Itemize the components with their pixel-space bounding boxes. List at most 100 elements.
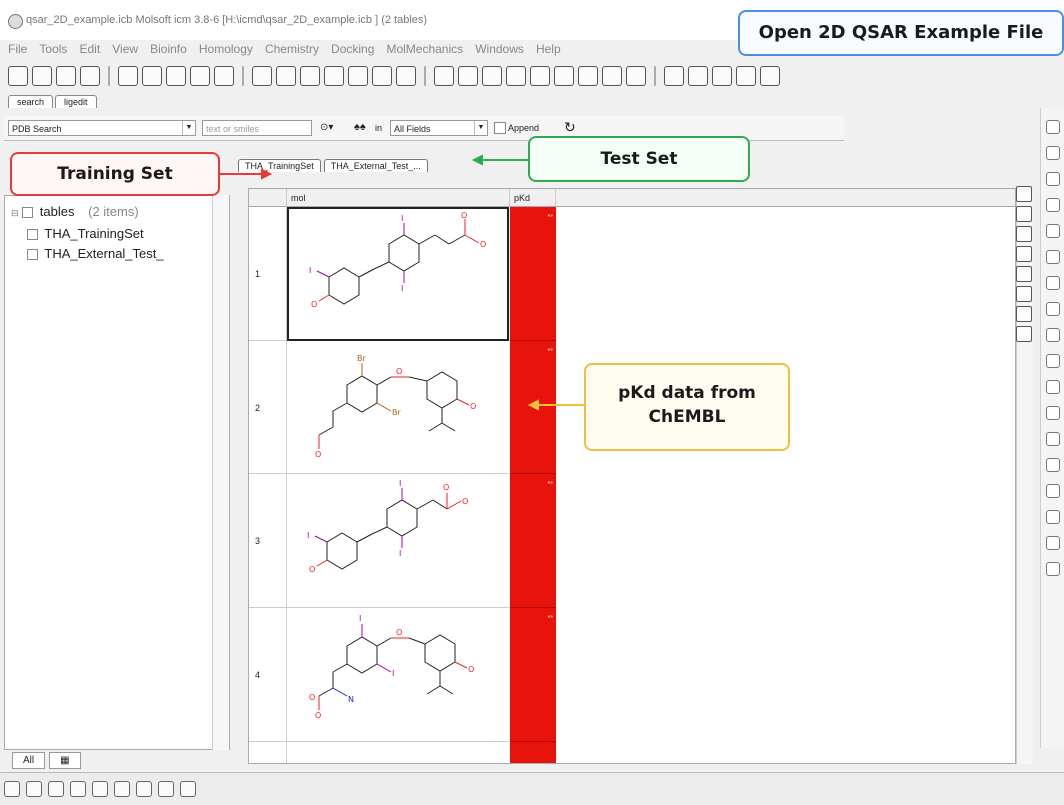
pdb-fetch-icon[interactable] <box>166 66 186 86</box>
menu-chemistry[interactable]: Chemistry <box>265 42 319 56</box>
camera-icon[interactable] <box>136 781 152 797</box>
close-circle-icon[interactable] <box>4 781 20 797</box>
circle-icon[interactable] <box>114 781 130 797</box>
menu-bioinfo[interactable]: Bioinfo <box>150 42 187 56</box>
table-icon[interactable] <box>92 781 108 797</box>
columns-3-icon[interactable] <box>712 66 732 86</box>
column-header-pkd[interactable]: pKd <box>510 189 556 207</box>
fog-icon[interactable] <box>434 66 454 86</box>
exponent-icon[interactable] <box>324 66 344 86</box>
sort-icon[interactable] <box>48 781 64 797</box>
search-source-select[interactable]: PDB Search ▼ <box>8 120 196 136</box>
molecule-cell[interactable]: Br O Br O O <box>287 341 509 474</box>
lock-2-icon[interactable] <box>1046 458 1060 472</box>
tree-icon[interactable] <box>1016 246 1032 262</box>
square-icon[interactable] <box>70 781 86 797</box>
gear-icon[interactable] <box>760 66 780 86</box>
s-box-icon[interactable] <box>458 66 478 86</box>
pkd-cell[interactable]: ▪▪ <box>510 474 556 608</box>
tab-search[interactable]: search <box>8 95 54 108</box>
row-number[interactable]: 2 <box>249 341 287 474</box>
menu-edit[interactable]: Edit <box>79 42 100 56</box>
italic-a-icon[interactable] <box>554 66 574 86</box>
circle-icon[interactable] <box>602 66 622 86</box>
columns-icon[interactable] <box>664 66 684 86</box>
binoculars-icon[interactable]: ♠♠ <box>354 121 366 133</box>
tab-all[interactable]: All <box>12 752 46 769</box>
row-number[interactable]: 1 <box>249 207 287 341</box>
refresh-icon[interactable]: ↻ <box>564 119 576 136</box>
globe-icon[interactable] <box>26 781 42 797</box>
row-number[interactable]: 3 <box>249 474 287 608</box>
branch-icon[interactable] <box>1046 536 1060 550</box>
grid-icon[interactable] <box>1016 286 1032 302</box>
chem-edit-icon[interactable] <box>252 66 272 86</box>
tab-ligedit[interactable]: ligedit <box>55 95 97 108</box>
lock-icon[interactable] <box>1046 250 1060 264</box>
tab-training-set[interactable]: THA_TrainingSet <box>238 159 321 172</box>
open-folder-icon[interactable] <box>32 66 52 86</box>
tree-item-training[interactable]: THA_TrainingSet <box>27 226 144 241</box>
undo-icon[interactable] <box>118 66 138 86</box>
tiles-icon[interactable] <box>506 66 526 86</box>
chem-table-icon[interactable] <box>276 66 296 86</box>
columns-2-icon[interactable] <box>688 66 708 86</box>
zoom-icon[interactable] <box>1046 198 1060 212</box>
menu-molmechanics[interactable]: MolMechanics <box>386 42 463 56</box>
menu-file[interactable]: File <box>8 42 27 56</box>
hand-icon[interactable] <box>1046 562 1060 576</box>
row-number[interactable]: 4 <box>249 608 287 742</box>
tree-item-external-test[interactable]: THA_External_Test_ <box>27 246 164 261</box>
menu-view[interactable]: View <box>112 42 138 56</box>
web-icon[interactable] <box>214 66 234 86</box>
monitor-icon[interactable] <box>578 66 598 86</box>
search-input[interactable]: text or smiles <box>202 120 312 136</box>
close-icon[interactable] <box>1046 328 1060 342</box>
row-number[interactable] <box>249 742 287 763</box>
append-checkbox[interactable] <box>494 122 506 134</box>
expand-icon[interactable]: ⊟ <box>11 208 19 218</box>
redo-icon[interactable] <box>142 66 162 86</box>
menu-help[interactable]: Help <box>536 42 561 56</box>
z-icon[interactable] <box>1046 510 1060 524</box>
cars-icon[interactable] <box>482 66 502 86</box>
new-file-icon[interactable] <box>8 66 28 86</box>
tree-scrollbar[interactable] <box>212 195 229 750</box>
save-icon[interactable] <box>56 66 76 86</box>
pkd-cell[interactable]: ▪▪ <box>510 341 556 474</box>
history-icon[interactable]: ⊙▾ <box>320 122 333 133</box>
text-icon[interactable] <box>1046 354 1060 368</box>
copy-icon[interactable] <box>626 66 646 86</box>
wave-icon[interactable] <box>1046 484 1060 498</box>
tab-tables[interactable]: ▦ <box>49 752 81 769</box>
settings-icon[interactable] <box>80 66 100 86</box>
r-group-icon[interactable] <box>300 66 320 86</box>
align-icon[interactable] <box>1046 380 1060 394</box>
grid-dense-icon[interactable] <box>1016 306 1032 322</box>
person-icon[interactable] <box>1046 302 1060 316</box>
pdb-search-icon[interactable] <box>190 66 210 86</box>
search-field-select[interactable]: All Fields ▼ <box>390 120 488 136</box>
tree-root[interactable]: ⊟ tables (2 items) <box>11 204 139 219</box>
refresh-icon[interactable] <box>1046 224 1060 238</box>
columns-4-icon[interactable] <box>736 66 756 86</box>
pkd-cell[interactable] <box>510 742 556 763</box>
bracket-icon[interactable] <box>530 66 550 86</box>
move-icon[interactable] <box>1046 172 1060 186</box>
target-icon[interactable] <box>1046 120 1060 134</box>
robot-icon[interactable] <box>180 781 196 797</box>
exclamation-icon[interactable] <box>348 66 368 86</box>
pkd-cell[interactable]: ▪▪ <box>510 608 556 742</box>
menu-homology[interactable]: Homology <box>199 42 253 56</box>
align-3-icon[interactable] <box>1046 432 1060 446</box>
chart-icon[interactable] <box>1016 326 1032 342</box>
menu-tools[interactable]: Tools <box>39 42 67 56</box>
molecule-cell[interactable]: O O I I I O <box>287 474 509 608</box>
menu-windows[interactable]: Windows <box>475 42 524 56</box>
edit-icon[interactable] <box>1016 206 1032 222</box>
molecule-cell[interactable]: O O I I I O <box>287 207 509 341</box>
tab-external-test[interactable]: THA_External_Test_... <box>323 159 428 172</box>
pointer-icon[interactable] <box>1016 186 1032 202</box>
pkd-cell[interactable]: ▪▪ <box>510 207 556 341</box>
rotate-icon[interactable] <box>1046 146 1060 160</box>
